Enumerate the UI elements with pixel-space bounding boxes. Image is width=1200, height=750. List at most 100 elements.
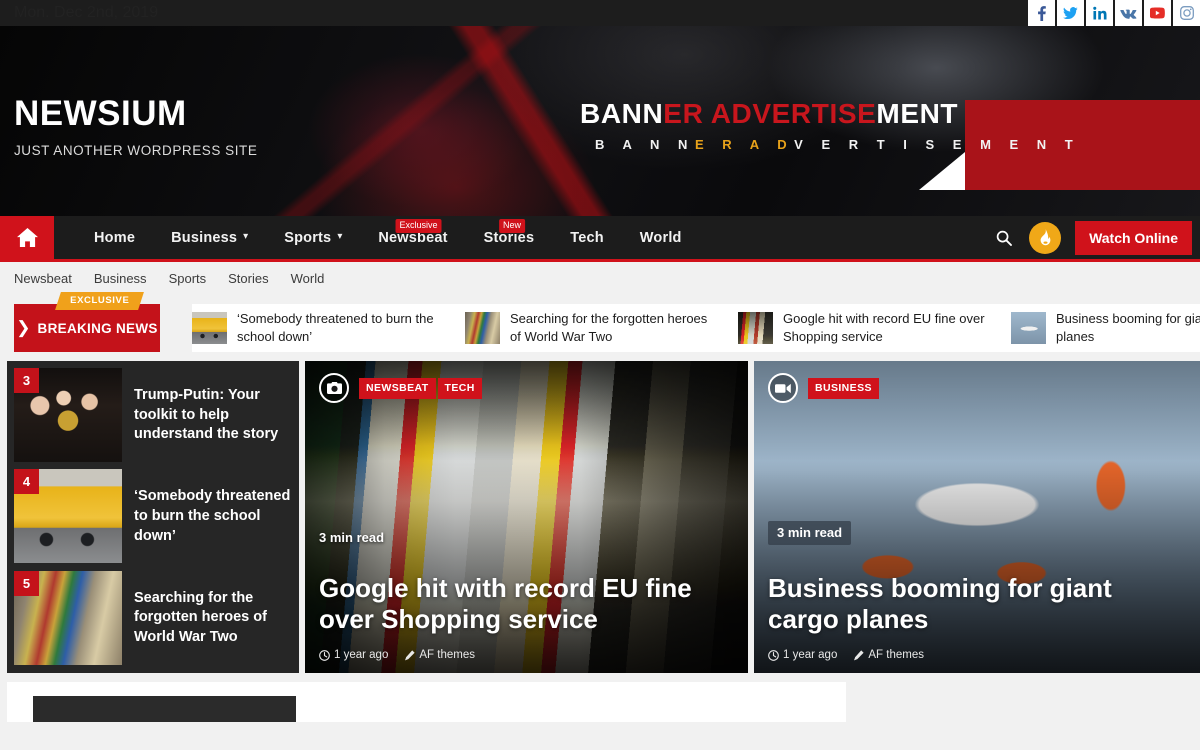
main-navigation: Home Business ▾ Sports ▾ Exclusive Newsb… — [0, 216, 1200, 262]
facebook-icon[interactable] — [1028, 0, 1055, 26]
ticker-item-list: ‘Somebody threatened to burn the school … — [192, 304, 1200, 352]
search-icon — [996, 230, 1013, 246]
nav-item-stories[interactable]: New Stories — [466, 216, 553, 259]
read-time-label: 3 min read — [319, 530, 385, 545]
subnav-item-sports[interactable]: Sports — [169, 271, 207, 286]
post-author-label[interactable]: AF themes — [868, 649, 924, 661]
featured-card-meta: 1 year ago AF themes — [319, 649, 734, 661]
mini-post-thumbnail: 4 — [14, 469, 122, 564]
breaking-news-label-box[interactable]: EXCLUSIVE ❯ BREAKING NEWS — [14, 292, 160, 352]
ticker-thumbnail — [738, 312, 773, 344]
featured-card-center[interactable]: NEWSBEAT TECH 3 min read Google hit with… — [305, 361, 748, 673]
mini-post-thumbnail: 3 — [14, 368, 122, 462]
subnav-item-newsbeat[interactable]: Newsbeat — [14, 271, 72, 286]
featured-card-body: Google hit with record EU fine over Shop… — [319, 573, 734, 661]
banner-advertisement[interactable]: BANNER ADVERTISEMENT B A N NE R A DV E R… — [410, 42, 1200, 200]
top-bar: Mon. Dec 2nd, 2019 — [0, 0, 1200, 26]
nav-item-label: World — [639, 229, 682, 246]
banner-subheadline-part1: B A N N — [595, 137, 695, 152]
mini-post-title: Searching for the forgotten heroes of Wo… — [134, 589, 267, 646]
home-icon — [16, 228, 38, 247]
banner-headline-part2: ER ADVERTISE — [663, 98, 877, 129]
content-section — [7, 682, 846, 722]
post-date-label: 1 year ago — [334, 649, 389, 661]
ticker-item[interactable]: Searching for the forgotten heroes of Wo… — [465, 310, 738, 345]
ticker-thumbnail — [1011, 312, 1046, 344]
camera-icon — [319, 373, 349, 403]
ticker-item[interactable]: ‘Somebody threatened to burn the school … — [192, 310, 465, 345]
chevron-down-icon: ▾ — [243, 231, 249, 242]
site-branding[interactable]: NEWSIUM JUST ANOTHER WORDPRESS SITE — [14, 96, 257, 158]
exclusive-ribbon: EXCLUSIVE — [55, 292, 145, 310]
clock-icon — [768, 649, 779, 661]
secondary-navigation: Newsbeat Business Sports Stories World — [0, 262, 1200, 294]
twitter-icon[interactable] — [1057, 0, 1084, 26]
below-fold-content — [0, 682, 1200, 722]
breaking-news-ticker: EXCLUSIVE ❯ BREAKING NEWS ‘Somebody thre… — [0, 292, 1200, 352]
flame-icon — [1040, 229, 1050, 246]
nav-item-home[interactable]: Home — [76, 216, 153, 259]
vk-icon[interactable] — [1115, 0, 1142, 26]
ticker-thumbnail — [465, 312, 500, 344]
search-button[interactable] — [993, 227, 1015, 249]
category-badge[interactable]: BUSINESS — [808, 377, 879, 399]
mini-post-rank: 4 — [14, 469, 39, 495]
subnav-item-business[interactable]: Business — [94, 271, 147, 286]
mini-post[interactable]: 5 Searching for the forgotten heroes of … — [14, 570, 292, 666]
sidebar-section — [860, 682, 1193, 722]
ticker-item[interactable]: Google hit with record EU fine over Shop… — [738, 310, 1011, 345]
featured-card-categories: NEWSBEAT TECH — [359, 377, 482, 399]
nav-actions: Watch Online — [993, 216, 1200, 259]
nav-item-label: Home — [94, 229, 136, 246]
mini-post-title: ‘Somebody threatened to burn the school … — [134, 488, 291, 544]
read-time-label: 3 min read — [768, 521, 852, 545]
featured-posts-grid: 3 Trump-Putin: Your toolkit to help unde… — [0, 361, 1200, 673]
post-author-label[interactable]: AF themes — [419, 649, 475, 661]
ticker-arrow-icon: ❯ — [16, 317, 31, 337]
category-badge[interactable]: TECH — [437, 377, 482, 399]
featured-card-right[interactable]: BUSINESS 3 min read Business booming for… — [754, 361, 1200, 673]
breaking-news-label: BREAKING NEWS — [37, 320, 158, 336]
nav-item-newsbeat[interactable]: Exclusive Newsbeat — [360, 216, 465, 259]
ticker-item[interactable]: Business booming for giant cargo planes — [1011, 310, 1200, 345]
post-date-label: 1 year ago — [783, 649, 838, 661]
mini-post-thumbnail: 5 — [14, 570, 122, 665]
featured-card-title[interactable]: Google hit with record EU fine over Shop… — [319, 573, 734, 636]
banner-subheadline: B A N NE R A DV E R T I S E M E N T — [595, 137, 1080, 152]
post-date: 1 year ago — [319, 649, 388, 661]
nav-badge-new: New — [499, 219, 526, 233]
trending-button[interactable] — [1029, 221, 1062, 254]
featured-card-top: NEWSBEAT TECH — [319, 373, 482, 403]
nav-item-business[interactable]: Business ▾ — [153, 216, 266, 259]
nav-badge-exclusive: Exclusive — [395, 219, 442, 233]
youtube-icon[interactable] — [1144, 0, 1171, 26]
featured-card-body: Business booming for giant cargo planes … — [768, 573, 1186, 661]
current-date: Mon. Dec 2nd, 2019 — [14, 4, 159, 21]
post-author: AF themes — [404, 649, 475, 661]
nav-home-button[interactable] — [0, 216, 54, 259]
mini-post[interactable]: 4 ‘Somebody threatened to burn the schoo… — [14, 469, 292, 564]
ticker-item-title: Business booming for giant cargo planes — [1056, 311, 1200, 344]
banner-headline: BANNER ADVERTISEMENT — [580, 98, 958, 130]
ticker-item-title: Google hit with record EU fine over Shop… — [783, 311, 985, 344]
ticker-item-title: Searching for the forgotten heroes of Wo… — [510, 311, 708, 344]
pencil-icon — [405, 649, 415, 660]
banner-subheadline-part3: V E R T I S E M E N T — [794, 137, 1081, 152]
instagram-icon[interactable] — [1173, 0, 1200, 26]
banner-headline-part1: BANN — [580, 98, 664, 129]
banner-subheadline-part2: E R A D — [694, 137, 795, 152]
nav-item-list: Home Business ▾ Sports ▾ Exclusive Newsb… — [76, 216, 700, 259]
featured-card-title[interactable]: Business booming for giant cargo planes — [768, 573, 1186, 636]
nav-item-sports[interactable]: Sports ▾ — [266, 216, 360, 259]
category-badge[interactable]: NEWSBEAT — [359, 377, 436, 399]
subnav-item-world[interactable]: World — [291, 271, 325, 286]
nav-item-tech[interactable]: Tech — [552, 216, 622, 259]
mini-post[interactable]: 3 Trump-Putin: Your toolkit to help unde… — [14, 368, 292, 463]
watch-online-button[interactable]: Watch Online — [1075, 220, 1192, 255]
nav-item-world[interactable]: World — [622, 216, 700, 259]
featured-card-top: BUSINESS — [768, 373, 879, 403]
subnav-item-stories[interactable]: Stories — [228, 271, 268, 286]
site-tagline: JUST ANOTHER WORDPRESS SITE — [14, 143, 258, 158]
featured-card-meta: 1 year ago AF themes — [768, 649, 1186, 661]
linkedin-icon[interactable] — [1086, 0, 1113, 26]
